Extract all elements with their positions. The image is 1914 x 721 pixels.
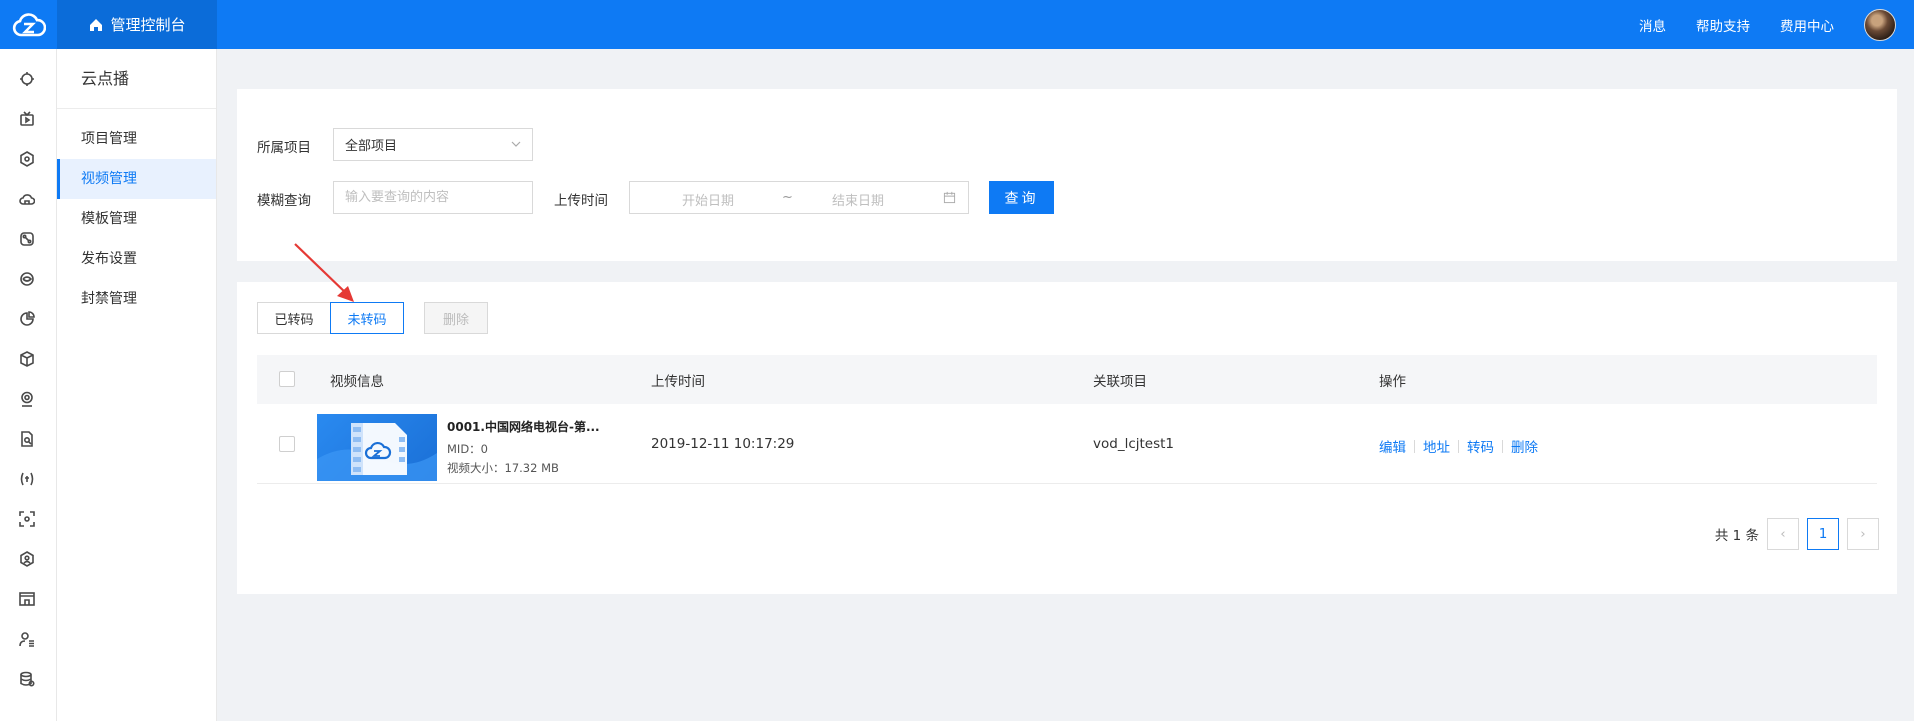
home-icon: [90, 18, 103, 31]
select-all-checkbox[interactable]: [279, 371, 295, 387]
prev-page-button[interactable]: ‹: [1767, 518, 1799, 550]
project-cell: vod_lcjtest1: [1093, 436, 1175, 452]
date-range-picker[interactable]: 开始日期 ~ 结束日期: [629, 181, 969, 214]
address-link[interactable]: 地址: [1423, 436, 1450, 456]
video-thumbnail[interactable]: [317, 414, 437, 481]
doc-search-icon[interactable]: [17, 429, 37, 449]
tab-transcoded[interactable]: 已转码: [257, 302, 331, 334]
bracket-signal-icon[interactable]: [17, 469, 37, 489]
upload-time-label: 上传时间: [554, 193, 608, 209]
upload-time-cell: 2019-12-11 10:17:29: [651, 436, 795, 452]
divider: [1458, 439, 1459, 453]
transcode-link[interactable]: 转码: [1467, 436, 1494, 456]
sidebar-item-video-management[interactable]: 视频管理: [57, 159, 216, 199]
page-1-button[interactable]: 1: [1807, 518, 1839, 550]
console-home-link[interactable]: 管理控制台: [57, 0, 217, 49]
app-logo[interactable]: [0, 0, 57, 49]
sidebar-item-ban-management[interactable]: 封禁管理: [57, 279, 216, 319]
search-label: 模糊查询: [257, 193, 311, 209]
row-actions: 编辑 地址 转码 删除: [1379, 436, 1538, 456]
column-header-upload-time: 上传时间: [651, 374, 705, 390]
column-header-project: 关联项目: [1093, 374, 1147, 390]
sidebar-title: 云点播: [57, 49, 216, 109]
hexagon-node-icon[interactable]: [17, 549, 37, 569]
eye-ring-icon[interactable]: [17, 269, 37, 289]
divider: [1502, 439, 1503, 453]
billing-center-link[interactable]: 费用中心: [1780, 15, 1834, 35]
divider: [1414, 439, 1415, 453]
pie-chart-icon[interactable]: [17, 309, 37, 329]
user-avatar[interactable]: [1864, 8, 1896, 41]
end-date-placeholder[interactable]: 结束日期: [832, 190, 884, 209]
hexagon-icon[interactable]: [17, 149, 37, 169]
total-count: 共 1 条: [1714, 528, 1759, 544]
filter-panel: 所属项目 全部项目 模糊查询 上传时间 开始日期 ~ 结束日期 查询: [237, 89, 1897, 261]
pagination: 共 1 条 ‹ 1 ›: [1715, 518, 1879, 550]
top-links: 消息 帮助支持 费用中心: [1639, 0, 1914, 49]
cloud-cycle-icon[interactable]: [17, 69, 37, 89]
edit-link[interactable]: 编辑: [1379, 436, 1406, 456]
secondary-sidebar: 云点播 项目管理 视频管理 模板管理 发布设置 封禁管理: [57, 49, 217, 721]
monitor-icon[interactable]: [17, 589, 37, 609]
project-select[interactable]: 全部项目: [333, 128, 533, 161]
project-select-value: 全部项目: [345, 139, 398, 154]
user-list-icon[interactable]: [17, 629, 37, 649]
video-file-icon: [317, 423, 437, 481]
video-name[interactable]: 0001.中国网络电视台-第...: [447, 418, 600, 435]
cloud-home-icon[interactable]: [17, 189, 37, 209]
messages-link[interactable]: 消息: [1639, 15, 1666, 35]
start-date-placeholder[interactable]: 开始日期: [682, 190, 734, 209]
delete-button[interactable]: 删除: [424, 302, 488, 334]
calendar-icon: [943, 191, 956, 204]
date-range-separator: ~: [782, 190, 793, 205]
sidebar-item-publish-settings[interactable]: 发布设置: [57, 239, 216, 279]
icon-rail: [0, 49, 57, 721]
video-list-panel: 已转码 未转码 删除 视频信息 上传时间 关联项目 操作 0001.中国网络电视…: [237, 282, 1897, 594]
scan-icon[interactable]: [17, 509, 37, 529]
sidebar-item-project-management[interactable]: 项目管理: [57, 119, 216, 159]
cloud-logo-icon: [12, 12, 46, 36]
cube-icon[interactable]: [17, 349, 37, 369]
chevron-left-icon: ‹: [1780, 526, 1786, 542]
annotation-arrow-icon: [294, 243, 354, 302]
column-header-actions: 操作: [1379, 374, 1406, 390]
next-page-button[interactable]: ›: [1847, 518, 1879, 550]
search-input[interactable]: [333, 181, 533, 214]
tv-icon[interactable]: [17, 109, 37, 129]
network-icon[interactable]: [17, 229, 37, 249]
video-size: 视频大小：17.32 MB: [447, 461, 559, 475]
delete-link[interactable]: 删除: [1511, 436, 1538, 456]
top-bar: 管理控制台 消息 帮助支持 费用中心: [0, 0, 1914, 49]
table-row: 0001.中国网络电视台-第... MID：0 视频大小：17.32 MB 20…: [257, 404, 1877, 484]
sidebar-item-template-management[interactable]: 模板管理: [57, 199, 216, 239]
table-header: 视频信息 上传时间 关联项目 操作: [257, 355, 1877, 404]
chevron-down-icon: [511, 141, 521, 147]
column-header-video-info: 视频信息: [330, 374, 384, 390]
webcam-icon[interactable]: [17, 389, 37, 409]
video-mid: MID：0: [447, 442, 488, 456]
tab-not-transcoded[interactable]: 未转码: [330, 302, 404, 334]
brand-label: 管理控制台: [110, 16, 186, 34]
chevron-right-icon: ›: [1860, 526, 1866, 542]
query-button[interactable]: 查询: [989, 181, 1054, 214]
database-icon[interactable]: [17, 669, 37, 689]
project-label: 所属项目: [257, 140, 311, 156]
help-support-link[interactable]: 帮助支持: [1696, 15, 1750, 35]
row-checkbox[interactable]: [279, 436, 295, 452]
